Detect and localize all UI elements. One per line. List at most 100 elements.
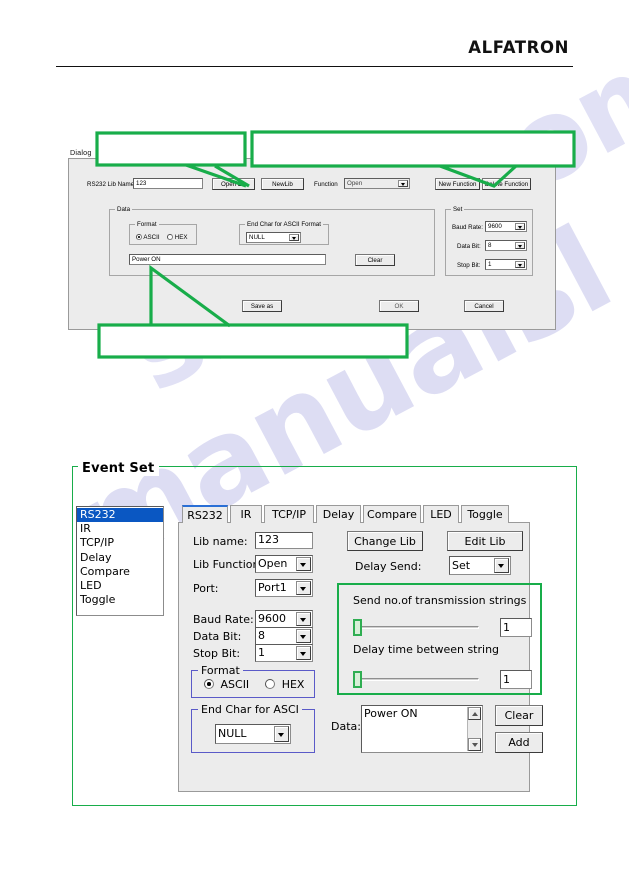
open-lib-button[interactable]: Open Lib bbox=[212, 178, 255, 190]
chevron-down-icon[interactable] bbox=[515, 223, 525, 230]
delay-time-value-input[interactable]: 1 bbox=[500, 670, 532, 689]
ev-format-hex-label: HEX bbox=[281, 678, 305, 691]
scroll-up-icon[interactable] bbox=[468, 707, 481, 720]
tab-compare[interactable]: Compare bbox=[363, 505, 421, 523]
ev-port-value: Port1 bbox=[258, 581, 287, 594]
cancel-button[interactable]: Cancel bbox=[464, 300, 504, 312]
rs232-lib-dialog: RS232 Lib Name: 123 Open Lib NewLib Func… bbox=[68, 158, 556, 330]
new-lib-button[interactable]: NewLib bbox=[261, 178, 304, 190]
tab-delay[interactable]: Delay bbox=[316, 505, 361, 523]
chevron-down-icon[interactable] bbox=[398, 180, 408, 187]
chevron-down-icon[interactable] bbox=[515, 242, 525, 249]
ev-format-group: Format ASCII HEX bbox=[191, 664, 315, 698]
send-count-value-input[interactable]: 1 bbox=[500, 618, 532, 637]
list-item-rs232[interactable]: RS232 bbox=[77, 508, 163, 523]
list-item-toggle[interactable]: Toggle bbox=[77, 593, 163, 607]
dialog-lib-name-label: RS232 Lib Name: bbox=[87, 181, 136, 188]
list-item-led[interactable]: LED bbox=[77, 579, 163, 593]
dialog-lib-name-input[interactable]: 123 bbox=[133, 178, 203, 189]
ev-clear-button[interactable]: Clear bbox=[495, 705, 543, 726]
scroll-down-icon[interactable] bbox=[468, 738, 481, 751]
tab-ir[interactable]: IR bbox=[230, 505, 262, 523]
rs232-tab-panel: Lib name: 123 Lib Function: Open Port: P… bbox=[178, 522, 543, 792]
send-count-slider-thumb[interactable] bbox=[353, 619, 362, 636]
ev-data-value: Power ON bbox=[364, 707, 418, 720]
ev-port-select[interactable]: Port1 bbox=[255, 579, 313, 597]
list-item-ir[interactable]: IR bbox=[77, 522, 163, 536]
dialog-endchar-select[interactable]: NULL bbox=[246, 232, 301, 243]
ev-delay-send-select[interactable]: Set bbox=[449, 556, 511, 575]
dialog-baud-rate-select[interactable]: 9600 bbox=[485, 221, 527, 232]
save-as-button[interactable]: Save as bbox=[242, 300, 282, 312]
chevron-down-icon[interactable] bbox=[296, 646, 311, 660]
ev-data-bit-label: Data Bit: bbox=[193, 630, 242, 643]
delay-time-slider-track[interactable] bbox=[357, 678, 479, 681]
tab-tcpip[interactable]: TCP/IP bbox=[264, 505, 314, 523]
ev-baud-rate-label: Baud Rate: bbox=[193, 613, 254, 626]
dialog-stop-bit-label: Stop Bit: bbox=[457, 262, 481, 269]
list-item-tcpip[interactable]: TCP/IP bbox=[77, 536, 163, 550]
ev-baud-rate-select[interactable]: 9600 bbox=[255, 610, 313, 628]
dialog-format-hex-radio[interactable] bbox=[167, 234, 174, 240]
dialog-function-select[interactable]: Open bbox=[344, 178, 410, 189]
ev-lib-function-label: Lib Function: bbox=[193, 558, 264, 571]
chevron-down-icon[interactable] bbox=[296, 612, 311, 626]
ok-button[interactable]: OK bbox=[379, 300, 419, 312]
send-count-slider-track[interactable] bbox=[357, 626, 479, 629]
ev-data-textarea[interactable]: Power ON bbox=[361, 705, 483, 753]
ev-port-label: Port: bbox=[193, 582, 219, 595]
change-lib-button[interactable]: Change Lib bbox=[347, 531, 423, 551]
chevron-down-icon[interactable] bbox=[296, 629, 311, 643]
ev-endchar-group: End Char for ASCI NULL bbox=[191, 703, 315, 753]
dialog-clear-button[interactable]: Clear bbox=[355, 254, 395, 266]
alfatron-logo: ALFATRON bbox=[468, 38, 569, 57]
chevron-down-icon[interactable] bbox=[274, 726, 289, 742]
event-set-legend: Event Set bbox=[78, 461, 160, 476]
ev-data-label: Data: bbox=[331, 720, 361, 733]
tab-rs232[interactable]: RS232 bbox=[182, 505, 228, 523]
dialog-stop-bit-value: 1 bbox=[488, 261, 492, 268]
dialog-format-ascii-radio[interactable] bbox=[136, 234, 142, 240]
event-type-listbox[interactable]: RS232 IR TCP/IP Delay Compare LED Toggle bbox=[76, 506, 164, 616]
ev-lib-function-select[interactable]: Open bbox=[255, 555, 313, 573]
ev-format-hex-radio[interactable] bbox=[265, 679, 276, 689]
ev-format-group-legend: Format bbox=[198, 664, 243, 677]
chevron-down-icon[interactable] bbox=[296, 557, 311, 571]
chevron-down-icon[interactable] bbox=[515, 261, 525, 268]
chevron-down-icon[interactable] bbox=[296, 581, 311, 595]
ev-lib-name-input[interactable]: 123 bbox=[255, 532, 313, 549]
list-item-compare[interactable]: Compare bbox=[77, 565, 163, 579]
dialog-data-input[interactable]: Power ON bbox=[129, 254, 326, 265]
list-item-delay[interactable]: Delay bbox=[77, 551, 163, 565]
delay-time-slider-thumb[interactable] bbox=[353, 671, 362, 688]
ev-format-ascii-radio[interactable] bbox=[204, 679, 214, 689]
ev-data-bit-select[interactable]: 8 bbox=[255, 627, 313, 645]
tab-led[interactable]: LED bbox=[423, 505, 459, 523]
data-textarea-scrollbar[interactable] bbox=[467, 707, 481, 751]
edit-lib-button[interactable]: Edit Lib bbox=[447, 531, 523, 551]
send-count-label: Send no.of transmission strings bbox=[353, 594, 527, 607]
ev-endchar-select[interactable]: NULL bbox=[215, 724, 291, 744]
dialog-function-value: Open bbox=[347, 180, 363, 187]
dialog-format-ascii-label: ASCII bbox=[143, 234, 160, 241]
ev-data-bit-value: 8 bbox=[258, 629, 265, 642]
delay-time-label: Delay time between string bbox=[353, 643, 500, 656]
ev-delay-send-label: Delay Send: bbox=[355, 560, 422, 573]
chevron-down-icon[interactable] bbox=[494, 558, 509, 573]
event-tabstrip: RS232 IR TCP/IP Delay Compare LED Toggle bbox=[182, 505, 530, 523]
new-function-button[interactable]: New Function bbox=[435, 178, 480, 190]
tab-toggle[interactable]: Toggle bbox=[461, 505, 509, 523]
dialog-data-bit-label: Data Bit: bbox=[457, 243, 481, 250]
ev-add-button[interactable]: Add bbox=[495, 732, 543, 753]
delete-function-button[interactable]: Delete Function bbox=[482, 178, 531, 190]
dialog-title: Dialog bbox=[70, 148, 92, 157]
ev-lib-function-value: Open bbox=[258, 557, 288, 570]
ev-stop-bit-select[interactable]: 1 bbox=[255, 644, 313, 662]
dialog-data-group: Data Format ASCII HEX End Char for ASCII… bbox=[109, 206, 435, 276]
dialog-function-label: Function bbox=[314, 181, 338, 188]
dialog-endchar-group-legend: End Char for ASCII Format bbox=[245, 221, 323, 229]
ev-baud-rate-value: 9600 bbox=[258, 612, 286, 625]
chevron-down-icon[interactable] bbox=[289, 234, 299, 241]
dialog-stop-bit-select[interactable]: 1 bbox=[485, 259, 527, 270]
dialog-data-bit-select[interactable]: 8 bbox=[485, 240, 527, 251]
